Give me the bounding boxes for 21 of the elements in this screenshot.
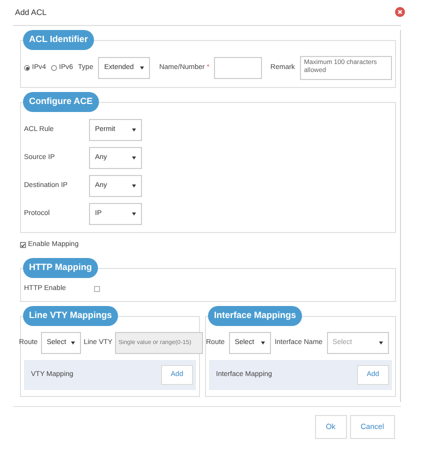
caret-icon [132,212,136,216]
caret-icon [378,341,383,345]
caret-icon [132,156,136,160]
scrollbar[interactable] [400,30,401,402]
checkbox[interactable] [20,242,26,248]
name-input[interactable] [214,57,262,79]
close-icon[interactable] [395,6,405,16]
section-title: ACL Identifier [23,30,94,50]
caret-icon [70,341,75,345]
radio-button[interactable] [24,65,30,71]
caret-icon [260,341,265,345]
caret-icon [132,128,136,132]
section-title: Interface Mappings [208,306,302,326]
section-title: HTTP Mapping [23,258,98,278]
radio-button[interactable] [51,65,58,71]
checkbox[interactable] [94,286,100,292]
caret-icon [132,184,136,188]
caret-icon [140,66,144,70]
section-title: Line VTY Mappings [23,306,118,326]
section-title: Configure ACE [23,92,99,112]
dialog-title: Add ACL [15,6,47,18]
